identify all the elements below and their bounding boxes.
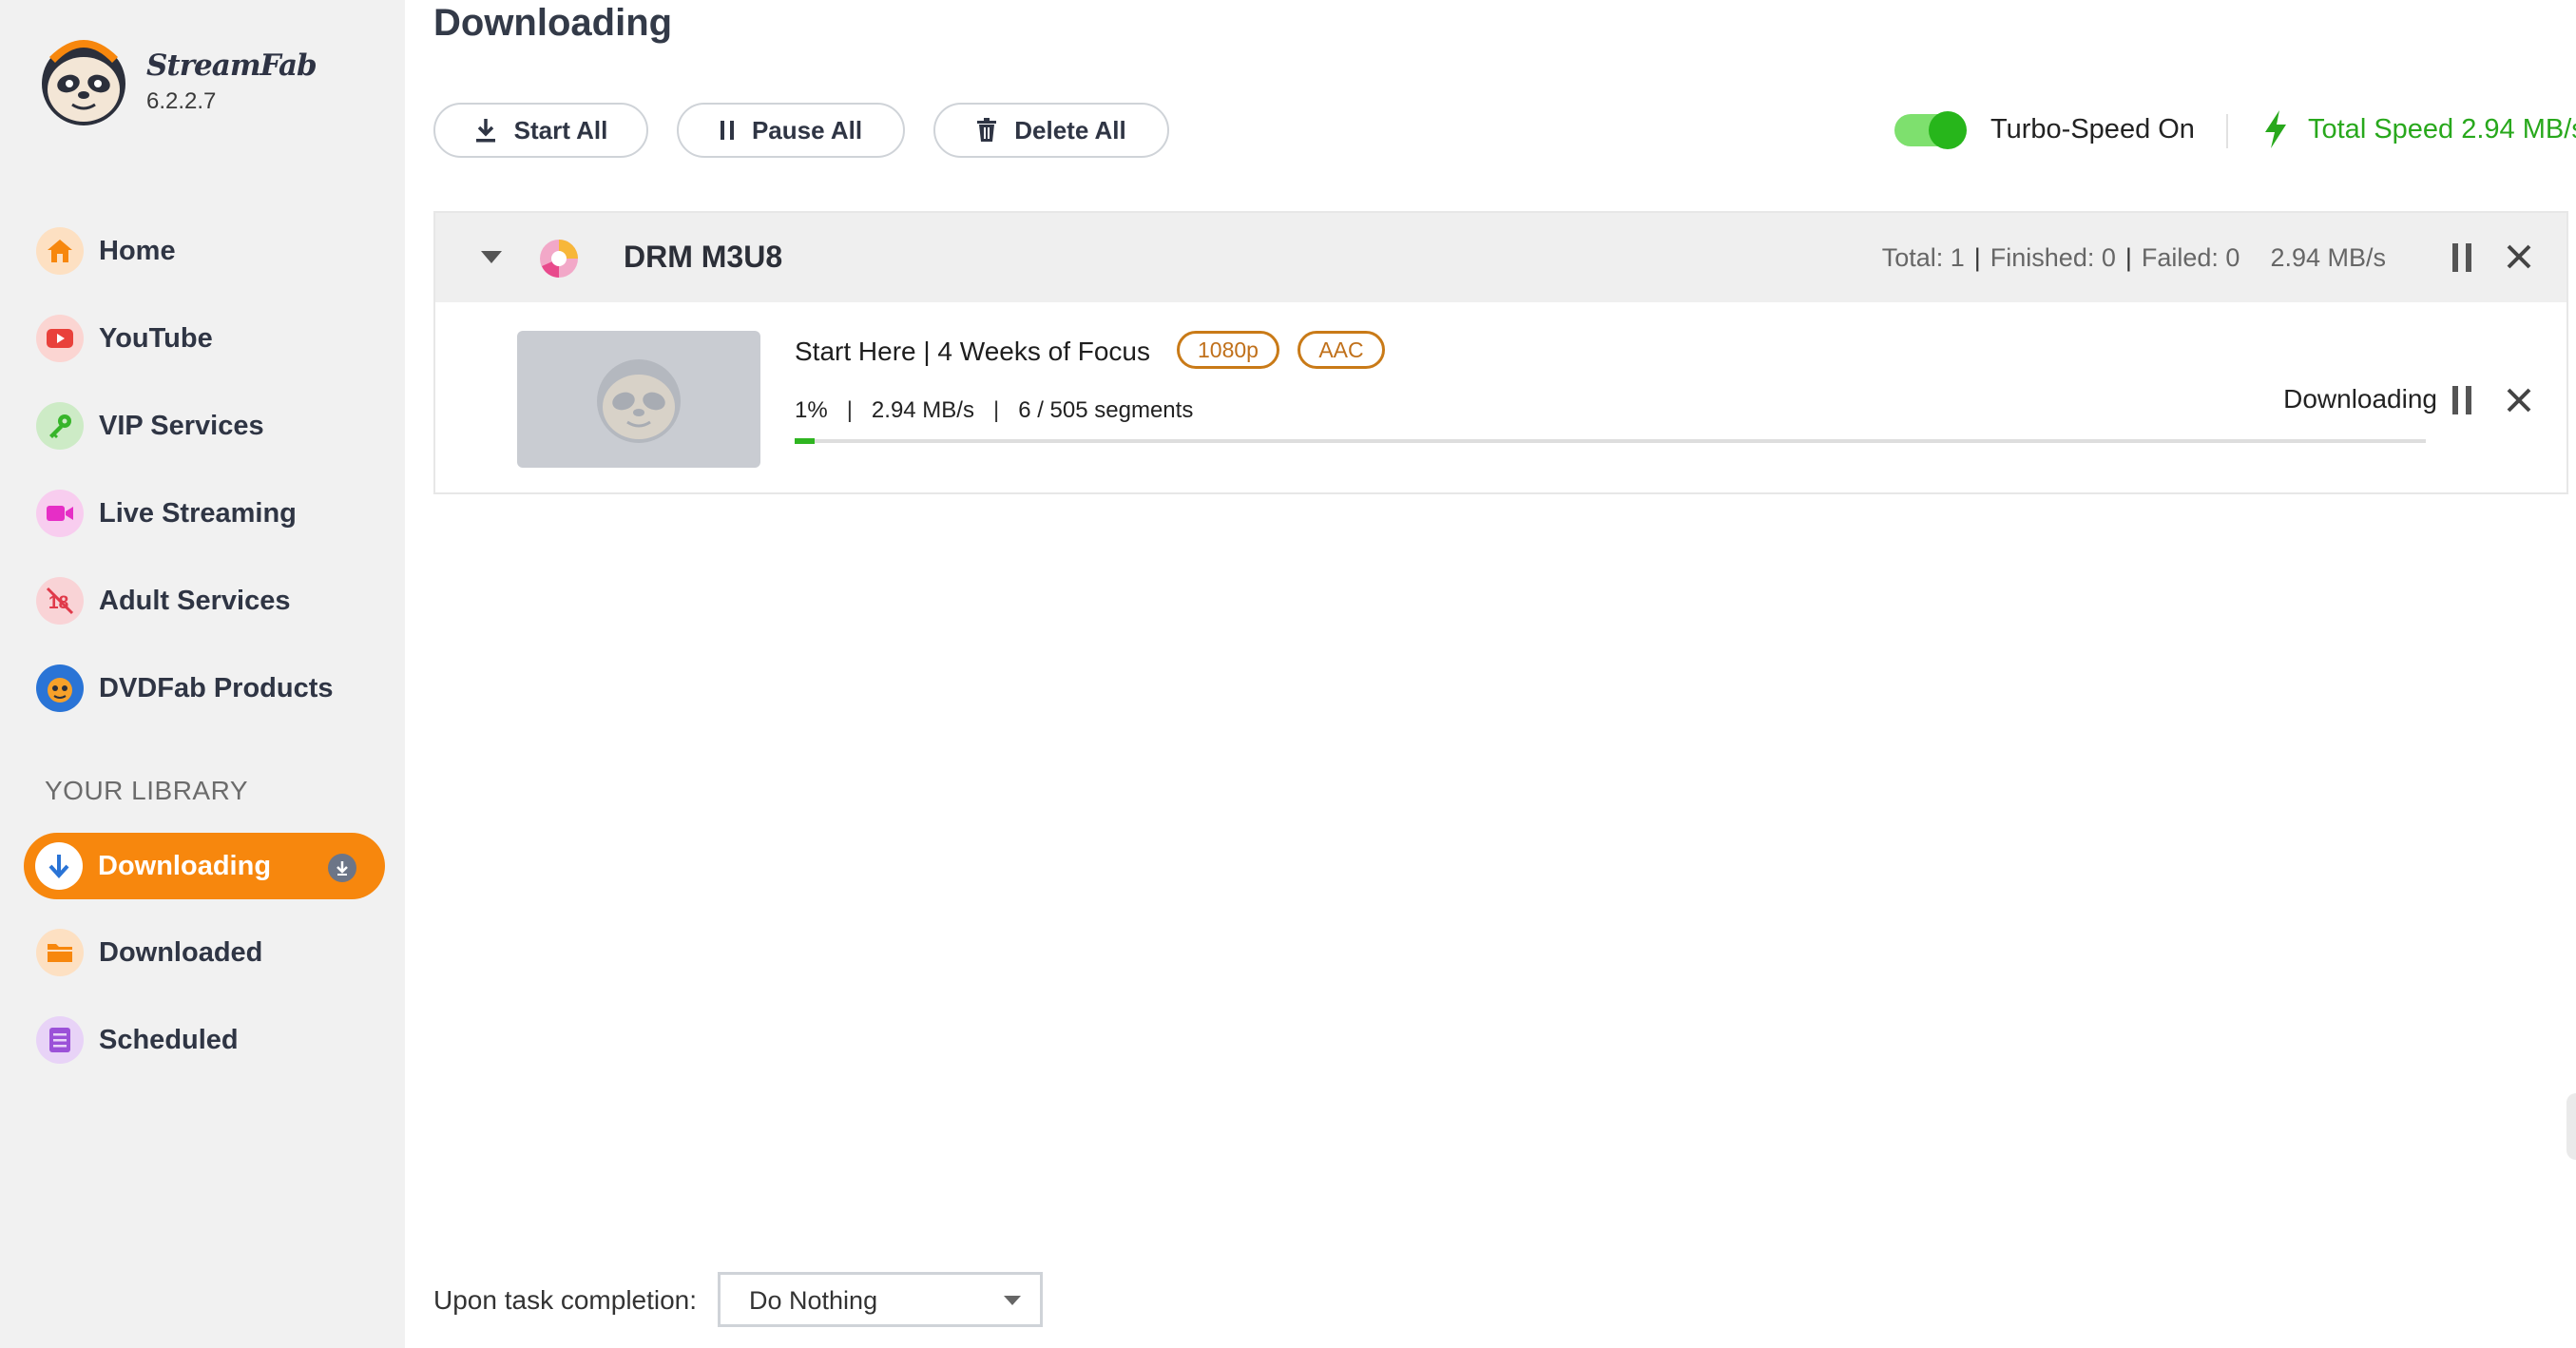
sidebar-item-label: Downloading	[98, 850, 272, 881]
youtube-icon	[36, 315, 84, 362]
item-pause-icon[interactable]	[2451, 384, 2473, 416]
download-icon	[35, 842, 83, 890]
group-finished: Finished: 0	[1990, 243, 2116, 272]
video-thumbnail	[517, 331, 760, 468]
group-title: DRM M3U8	[624, 240, 783, 274]
turbo-speed-label: Turbo-Speed On	[1990, 114, 2195, 144]
completion-label: Upon task completion:	[433, 1285, 698, 1315]
group-close-icon[interactable]	[2506, 243, 2532, 270]
progress-bar	[795, 438, 2426, 444]
group-speed: 2.94 MB/s	[2270, 243, 2386, 272]
download-icon	[475, 119, 495, 143]
sidebar-item-scheduled[interactable]: Scheduled	[23, 1006, 384, 1074]
list-icon	[36, 1016, 84, 1064]
download-count-badge-icon	[328, 854, 356, 882]
progress-percent: 1%	[795, 397, 828, 423]
sidebar-item-label: YouTube	[99, 322, 213, 354]
total-speed: Total Speed 2.94 MB/s	[2308, 114, 2576, 144]
sidebar-item-label: Downloaded	[99, 936, 263, 968]
svg-text:18: 18	[48, 593, 68, 613]
turbo-speed-toggle[interactable]	[1894, 111, 1967, 149]
sidebar-item-adult-services[interactable]: 18 Adult Services	[23, 567, 384, 635]
sidebar-item-downloaded[interactable]: Downloaded	[23, 918, 384, 987]
dropdown-arrow-icon	[1004, 1296, 1021, 1305]
sidebar-item-label: DVDFab Products	[99, 672, 334, 703]
download-status: Downloading	[2283, 384, 2437, 414]
sloth-placeholder-icon	[597, 359, 681, 443]
brand: StreamFab 6.2.2.7	[36, 34, 317, 129]
group-stats: Total: 1 | Finished: 0 | Failed: 0 2.94 MB/s	[1881, 243, 2386, 272]
page-title: Downloading	[433, 2, 673, 44]
sloth-logo-icon	[42, 40, 125, 125]
sidebar: StreamFab 6.2.2.7 Home YouTube VIP Servi…	[0, 0, 405, 1348]
sidebar-item-label: VIP Services	[99, 410, 264, 441]
adult-18-icon: 18	[36, 577, 84, 625]
segments-count: 6 / 505 segments	[1018, 397, 1194, 423]
app-version: 6.2.2.7	[146, 88, 217, 114]
sidebar-item-youtube[interactable]: YouTube	[23, 304, 384, 373]
folder-icon	[36, 929, 84, 976]
resolution-tag: 1080p	[1177, 331, 1279, 369]
start-all-label: Start All	[513, 115, 608, 144]
audio-tag: AAC	[1298, 331, 1385, 369]
completion-select[interactable]: Do Nothing	[718, 1272, 1043, 1327]
progress-fill	[795, 438, 815, 444]
sidebar-item-live-streaming[interactable]: Live Streaming	[23, 479, 384, 548]
pause-all-button[interactable]: Pause All	[677, 103, 905, 158]
collapse-caret-icon[interactable]	[481, 251, 502, 263]
download-group: DRM M3U8 Total: 1 | Finished: 0 | Failed: 02…	[433, 211, 2568, 494]
sidebar-item-label: Scheduled	[99, 1024, 239, 1055]
pause-icon	[720, 121, 734, 140]
completion-select-value: Do Nothing	[749, 1286, 878, 1315]
home-icon	[36, 227, 84, 275]
start-all-button[interactable]: Start All	[433, 103, 648, 158]
dvdfab-icon	[36, 664, 84, 712]
library-title: YOUR LIBRARY	[45, 776, 248, 805]
delete-all-button[interactable]: Delete All	[933, 103, 1169, 158]
drm-m3u8-icon	[540, 240, 578, 278]
item-close-icon[interactable]	[2506, 387, 2532, 414]
trash-icon	[977, 118, 997, 142]
lightning-icon	[2265, 110, 2286, 148]
group-total: Total: 1	[1881, 243, 1965, 272]
group-failed: Failed: 0	[2141, 243, 2240, 272]
sidebar-item-label: Live Streaming	[99, 497, 297, 529]
sidebar-item-downloading[interactable]: Downloading	[24, 833, 385, 899]
download-info: 1% | 2.94 MB/s | 6 / 505 segments	[795, 397, 1194, 423]
group-header: DRM M3U8 Total: 1 | Finished: 0 | Failed: 02…	[435, 213, 2566, 302]
delete-all-label: Delete All	[1014, 115, 1126, 144]
group-pause-icon[interactable]	[2451, 241, 2473, 274]
side-panel-handle[interactable]	[2566, 1093, 2576, 1160]
sidebar-item-home[interactable]: Home	[23, 217, 384, 285]
toggle-knob	[1929, 111, 1967, 149]
pause-all-label: Pause All	[751, 115, 863, 144]
key-icon	[36, 402, 84, 450]
download-speed: 2.94 MB/s	[871, 397, 974, 423]
app-name: StreamFab	[146, 48, 317, 83]
sidebar-item-vip-services[interactable]: VIP Services	[23, 392, 384, 460]
sidebar-item-label: Adult Services	[99, 585, 291, 616]
camera-icon	[36, 490, 84, 537]
sidebar-item-dvdfab-products[interactable]: DVDFab Products	[23, 654, 384, 722]
divider	[2226, 114, 2228, 148]
video-title: Start Here | 4 Weeks of Focus	[795, 337, 1151, 366]
sidebar-item-label: Home	[99, 235, 176, 266]
